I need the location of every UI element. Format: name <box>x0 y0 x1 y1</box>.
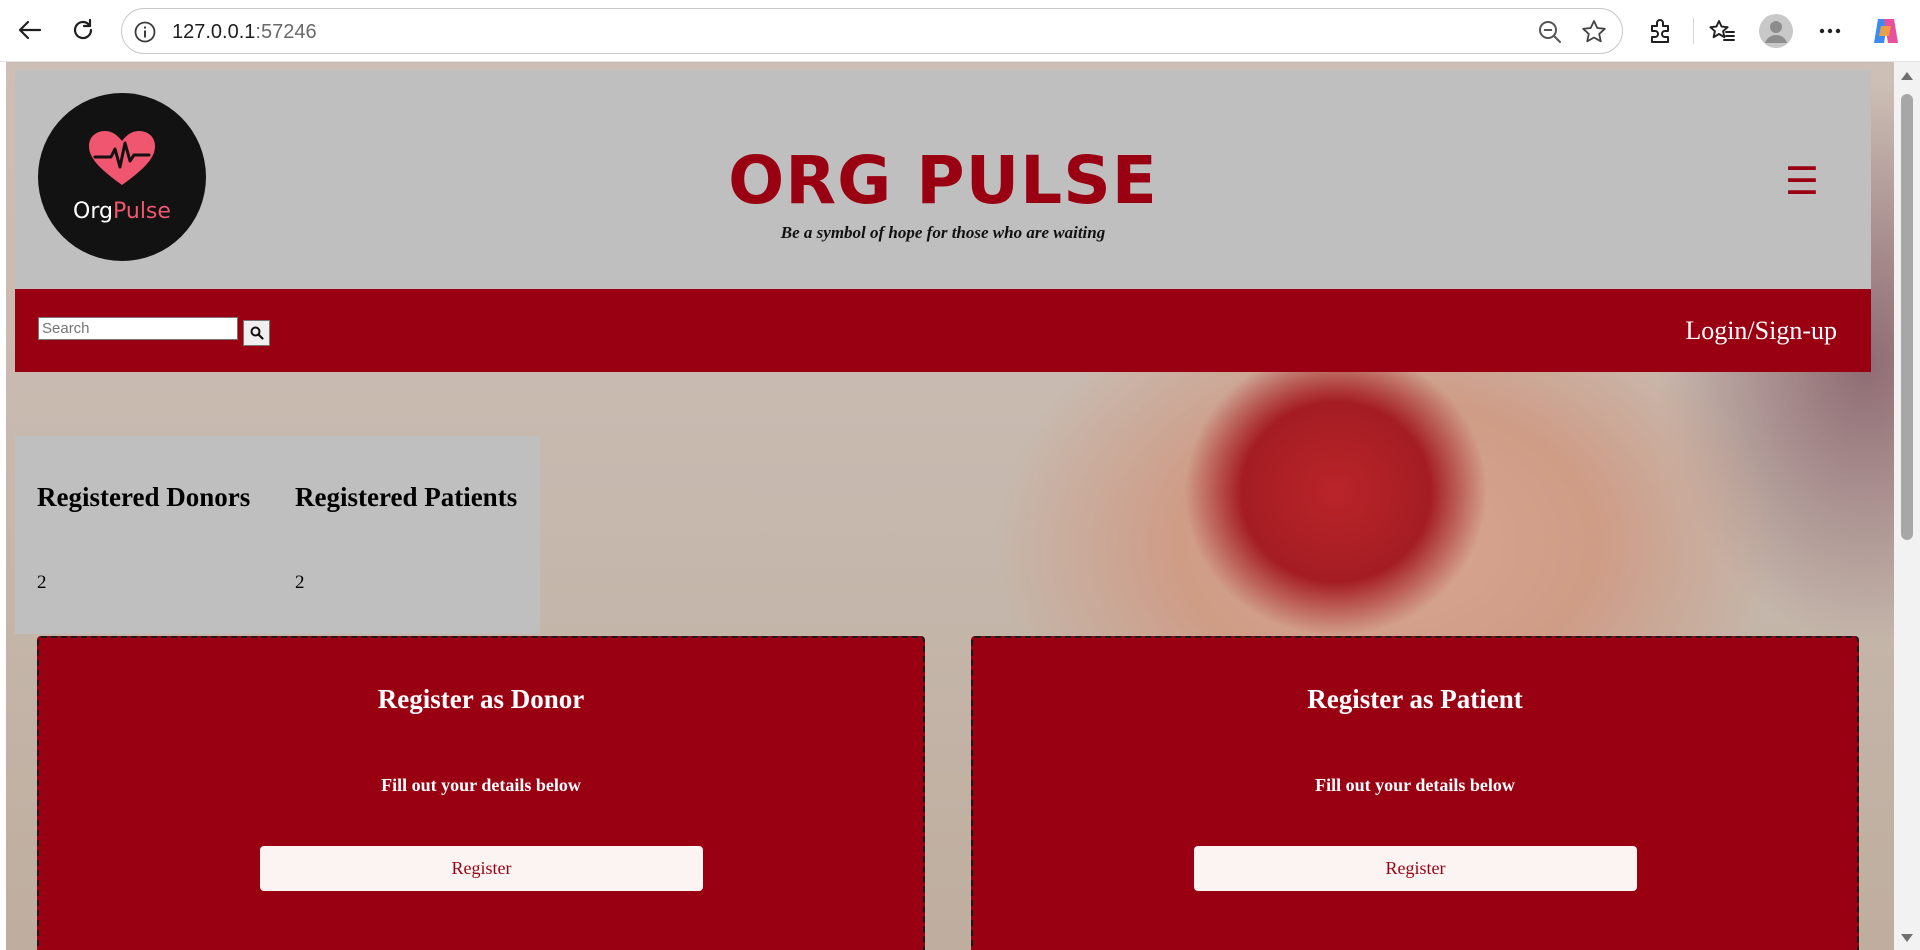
extensions-button[interactable] <box>1641 12 1679 50</box>
scroll-up-icon[interactable] <box>1901 72 1913 80</box>
register-patient-card: Register as Patient Fill out your detail… <box>971 636 1859 950</box>
back-button[interactable] <box>11 11 49 49</box>
register-patient-title: Register as Patient <box>1307 684 1523 714</box>
profile-icon <box>1759 14 1793 48</box>
url-text[interactable]: 127.0.0.1:57246 <box>172 19 317 45</box>
register-donor-subtitle: Fill out your details below <box>381 775 581 795</box>
registered-patients-label: Registered Patients <box>295 482 518 512</box>
reload-button[interactable] <box>64 11 102 49</box>
register-patient-button[interactable]: Register <box>1194 846 1637 891</box>
search-icon <box>250 326 264 340</box>
site-title: ORG PULSE <box>728 142 1158 219</box>
url-host: 127.0.0.1 <box>172 21 256 43</box>
registration-stats: Registered Donors 2 Registered Patients … <box>15 436 540 634</box>
register-donor-card: Register as Donor Fill out your details … <box>37 636 925 950</box>
address-bar[interactable]: 127.0.0.1:57246 <box>121 8 1623 54</box>
favorites-icon <box>1709 20 1735 41</box>
favorite-star-icon[interactable] <box>1580 18 1608 51</box>
favorites-button[interactable] <box>1703 12 1741 50</box>
back-arrow-icon <box>18 20 42 40</box>
registered-patients-count: 2 <box>295 572 305 593</box>
site-tagline: Be a symbol of hope for those who are wa… <box>780 223 1106 242</box>
scrollbar-thumb[interactable] <box>1901 94 1913 540</box>
url-port: :57246 <box>255 21 317 43</box>
page-scrollbar[interactable] <box>1894 62 1920 950</box>
search-button[interactable] <box>243 320 270 346</box>
profile-button[interactable] <box>1757 12 1795 50</box>
zoom-out-icon[interactable] <box>1536 18 1564 51</box>
hamburger-menu-icon[interactable]: ☰ <box>1785 162 1819 200</box>
scroll-down-icon[interactable] <box>1901 934 1913 942</box>
site-info-icon[interactable] <box>132 19 158 45</box>
more-button[interactable] <box>1811 12 1849 50</box>
copilot-button[interactable] <box>1867 12 1905 50</box>
copilot-icon <box>1874 19 1898 43</box>
registered-donors-label: Registered Donors <box>37 482 251 512</box>
toolbar-divider <box>1693 18 1694 44</box>
register-patient-subtitle: Fill out your details below <box>1315 775 1515 795</box>
registered-donors-count: 2 <box>37 572 47 593</box>
search-input[interactable] <box>38 317 238 340</box>
register-donor-title: Register as Donor <box>377 684 585 714</box>
site-header: OrgPulse ORG PULSE Be a symbol of hope f… <box>15 70 1871 289</box>
browser-toolbar: 127.0.0.1:57246 <box>0 0 1920 62</box>
extensions-icon <box>1651 19 1669 43</box>
register-donor-button[interactable]: Register <box>260 846 703 891</box>
more-icon <box>1819 28 1841 34</box>
reload-icon <box>73 18 93 40</box>
nav-bar: Login/Sign-up <box>15 289 1871 372</box>
login-signup-link[interactable]: Login/Sign-up <box>1685 316 1837 346</box>
